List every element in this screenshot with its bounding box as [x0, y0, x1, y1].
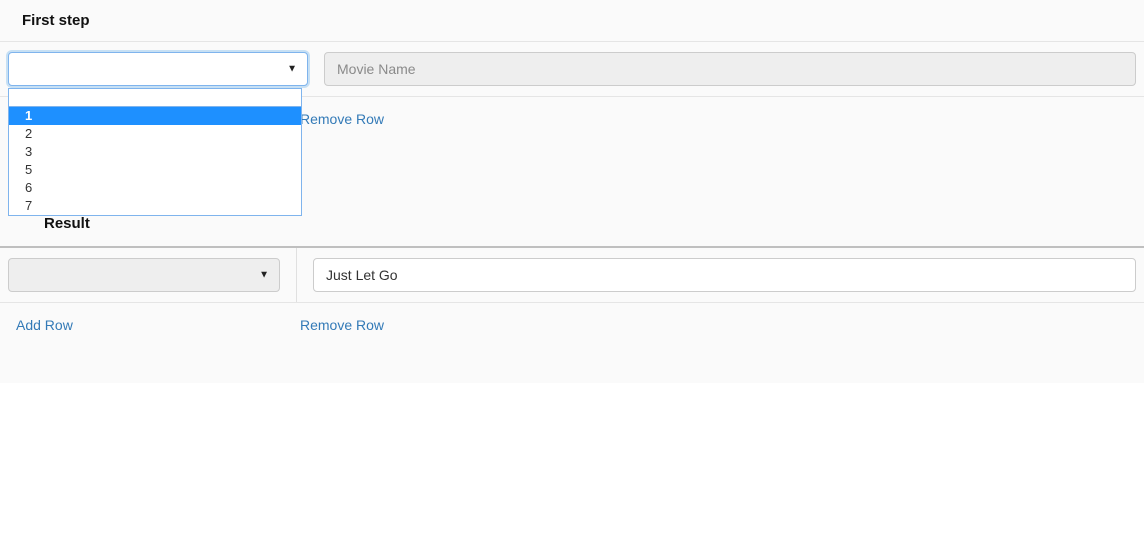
first-step-dropdown: 1 2 3 5 6 7 — [8, 88, 302, 216]
page-root: First step ▼ 1 2 3 5 6 7 Add Row Remove … — [0, 0, 1144, 383]
first-step-row: ▼ 1 2 3 5 6 7 — [0, 41, 1144, 97]
result-links: Add Row Remove Row — [0, 303, 1144, 353]
dropdown-option[interactable]: 2 — [9, 125, 301, 143]
dropdown-option[interactable]: 1 — [9, 107, 301, 125]
remove-row-link[interactable]: Remove Row — [300, 111, 384, 127]
dropdown-blank-option[interactable] — [9, 89, 301, 107]
result-select[interactable]: ▼ — [8, 258, 280, 292]
dropdown-option[interactable]: 7 — [9, 197, 301, 215]
chevron-down-icon: ▼ — [287, 64, 297, 75]
result-heading: Result — [44, 215, 90, 232]
dropdown-option[interactable]: 5 — [9, 161, 301, 179]
first-step-select[interactable]: ▼ — [8, 52, 308, 86]
chevron-down-icon: ▼ — [259, 270, 269, 281]
movie-name-input[interactable] — [324, 52, 1136, 86]
column-separator — [296, 248, 297, 302]
add-row-link[interactable]: Add Row — [16, 317, 73, 333]
first-step-heading: First step — [0, 0, 1144, 41]
first-step-select-wrap: ▼ 1 2 3 5 6 7 — [8, 52, 308, 86]
result-row: ▼ — [0, 246, 1144, 303]
dropdown-option[interactable]: 6 — [9, 179, 301, 197]
remove-row-link[interactable]: Remove Row — [300, 317, 384, 333]
result-movie-name-input[interactable] — [313, 258, 1136, 292]
dropdown-option[interactable]: 3 — [9, 143, 301, 161]
